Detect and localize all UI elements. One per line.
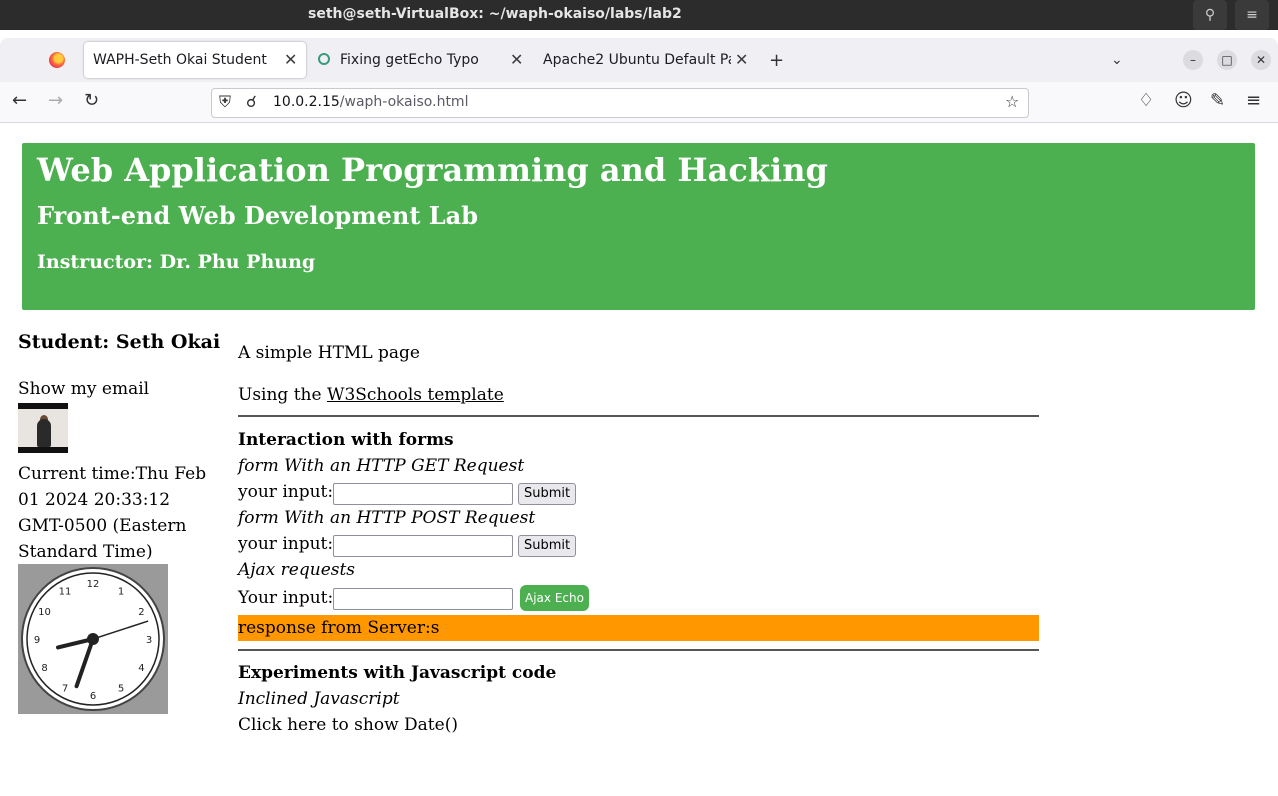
bookmark-star-icon[interactable]: ☆	[1005, 92, 1019, 111]
student-name: Student: Seth Okai	[18, 331, 221, 353]
maximize-icon[interactable]: □	[1217, 50, 1237, 70]
post-input-label: your input:	[238, 534, 334, 554]
close-tab-icon[interactable]: ✕	[510, 50, 523, 69]
tab-label: Fixing getEcho Typo	[340, 52, 479, 68]
ajax-input-field[interactable]	[333, 588, 513, 610]
url-host: 10.0.2.15	[273, 94, 340, 110]
forms-heading: Interaction with forms	[238, 430, 454, 450]
new-tab-icon[interactable]: +	[769, 50, 784, 71]
minimize-icon[interactable]: –	[1183, 50, 1203, 70]
search-icon[interactable]: ⚲	[1193, 0, 1227, 30]
divider	[238, 649, 1039, 651]
pocket-icon[interactable]: ♢	[1138, 90, 1154, 111]
tab-apache2[interactable]: Apache2 Ubuntu Default Page ✕	[535, 42, 757, 78]
chatgpt-icon	[318, 53, 330, 65]
clock-number: 6	[90, 691, 96, 702]
student-photo	[18, 403, 68, 453]
tab-fixing-getecho[interactable]: Fixing getEcho Typo ✕	[310, 42, 532, 78]
intro-text: A simple HTML page	[238, 343, 420, 363]
show-email-link[interactable]: Show my email	[18, 379, 149, 399]
header-banner: Web Application Programming and Hacking …	[22, 143, 1255, 310]
page-subtitle: Front-end Web Development Lab	[37, 201, 478, 230]
divider	[238, 415, 1039, 417]
js-heading: Experiments with Javascript code	[238, 663, 557, 683]
clock-number: 9	[34, 635, 40, 646]
extensions-icon[interactable]: ✎	[1210, 90, 1225, 111]
close-window-icon[interactable]: ✕	[1251, 50, 1271, 70]
get-submit-button[interactable]: Submit	[518, 483, 577, 505]
tab-label: Apache2 Ubuntu Default Page	[543, 52, 731, 68]
template-text: Using the W3Schools template	[238, 385, 504, 405]
url-path: /waph-okaiso.html	[339, 94, 469, 110]
clock-number: 2	[138, 607, 144, 618]
show-date-link[interactable]: Click here to show Date()	[238, 715, 458, 735]
server-response: response from Server:s	[238, 615, 1039, 641]
forward-icon[interactable]: →	[48, 90, 63, 111]
get-input-label: your input:	[238, 482, 334, 502]
shield-icon[interactable]: ⛨	[219, 92, 231, 112]
url-text: 10.0.2.15/waph-okaiso.html	[273, 94, 468, 110]
ajax-label: Ajax requests	[238, 560, 356, 580]
current-time: Current time:Thu Feb 01 2024 20:33:12 GM…	[18, 464, 207, 562]
clock-number: 4	[138, 663, 144, 674]
sidebar: Student: Seth Okai Show my email Current…	[18, 331, 223, 714]
ajax-input-label: Your input:	[238, 588, 334, 608]
instructor-name: Instructor: Dr. Phu Phung	[37, 251, 316, 273]
page-title: Web Application Programming and Hacking	[37, 151, 828, 189]
close-tab-icon[interactable]: ✕	[735, 50, 748, 69]
clock-number: 1	[118, 587, 124, 598]
menu-icon[interactable]: ≡	[1235, 0, 1269, 30]
firefox-icon[interactable]	[49, 52, 65, 68]
clock-number: 3	[146, 635, 152, 646]
w3schools-link[interactable]: W3Schools template	[327, 385, 504, 405]
tab-label: WAPH-Seth Okai Student	[93, 52, 267, 68]
post-submit-button[interactable]: Submit	[518, 535, 577, 557]
tab-waph-student[interactable]: WAPH-Seth Okai Student ✕	[84, 42, 306, 78]
window-title: seth@seth-VirtualBox: ~/waph-okaiso/labs…	[308, 6, 682, 22]
page-content: Web Application Programming and Hacking …	[0, 123, 1278, 796]
get-form-label: form With an HTTP GET Request	[238, 456, 525, 476]
clock-number: 8	[41, 663, 47, 674]
post-form-label: form With an HTTP POST Request	[238, 508, 536, 528]
clock-number: 10	[38, 607, 51, 618]
post-input-field[interactable]	[333, 535, 513, 557]
reload-icon[interactable]: ↻	[84, 90, 99, 111]
account-icon[interactable]: ☺	[1174, 90, 1193, 111]
ajax-echo-button[interactable]: Ajax Echo	[520, 585, 589, 611]
analog-clock: 12 1 2 3 4 5 6 7 8 9 10 11	[18, 564, 168, 714]
get-input-field[interactable]	[333, 483, 513, 505]
os-title-bar: seth@seth-VirtualBox: ~/waph-okaiso/labs…	[0, 0, 1278, 30]
app-menu-icon[interactable]: ≡	[1246, 90, 1261, 111]
back-icon[interactable]: ←	[12, 90, 27, 111]
close-tab-icon[interactable]: ✕	[284, 50, 297, 69]
clock-number: 11	[59, 587, 72, 598]
chevron-down-icon[interactable]: ⌄	[1111, 52, 1123, 68]
clock-number: 7	[62, 683, 68, 694]
inline-js-label: Inclined Javascript	[238, 689, 400, 709]
clock-number: 5	[118, 683, 124, 694]
clock-number: 12	[87, 579, 100, 590]
insecure-lock-icon[interactable]: ☌	[246, 92, 257, 111]
